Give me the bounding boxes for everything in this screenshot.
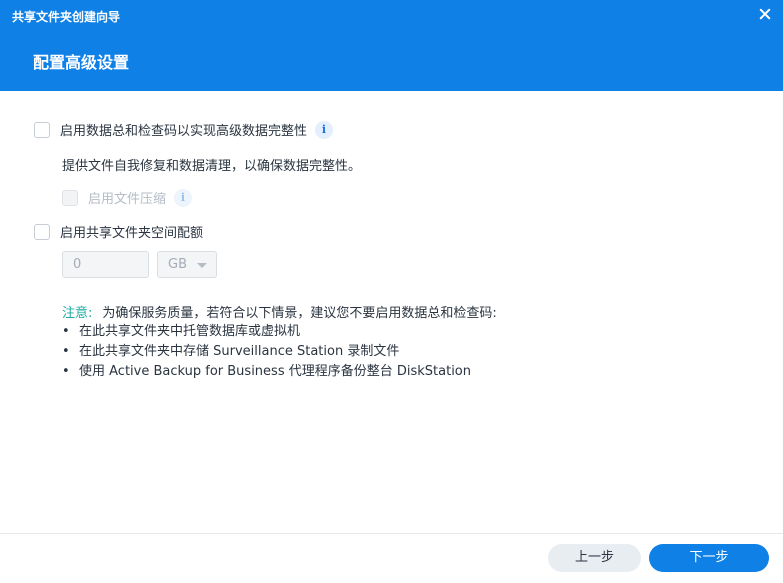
checksum-option-row: 启用数据总和检查码以实现高级数据完整性 i bbox=[34, 120, 334, 139]
previous-button[interactable]: 上一步 bbox=[548, 544, 641, 572]
note-message: 为确保服务质量，若符合以下情景，建议您不要启用数据总和检查码: bbox=[102, 306, 497, 321]
info-icon[interactable]: i bbox=[315, 120, 334, 139]
window-title: 共享文件夹创建向导 bbox=[12, 10, 121, 24]
list-item: 使用 Active Backup for Business 代理程序备份整台 D… bbox=[62, 362, 471, 382]
checksum-checkbox[interactable] bbox=[34, 121, 50, 138]
compression-option-row: 启用文件压缩 i bbox=[62, 188, 193, 207]
checksum-label[interactable]: 启用数据总和检查码以实现高级数据完整性 bbox=[60, 120, 307, 139]
info-icon: i bbox=[174, 188, 193, 207]
compression-checkbox bbox=[62, 189, 78, 206]
list-item: 在此共享文件夹中存储 Surveillance Station 录制文件 bbox=[62, 342, 471, 362]
quota-size-input[interactable] bbox=[62, 251, 149, 278]
chevron-down-icon bbox=[197, 263, 207, 268]
quota-unit-select[interactable]: GB bbox=[157, 251, 217, 278]
step-title: 配置高级设置 bbox=[33, 53, 130, 72]
next-button[interactable]: 下一步 bbox=[649, 544, 769, 572]
quota-option-row: 启用共享文件夹空间配额 bbox=[34, 222, 203, 241]
quota-checkbox[interactable] bbox=[34, 223, 50, 240]
quota-label[interactable]: 启用共享文件夹空间配额 bbox=[60, 222, 203, 241]
checksum-description: 提供文件自我修复和数据清理，以确保数据完整性。 bbox=[62, 159, 362, 174]
note-list: 在此共享文件夹中托管数据库或虚拟机 在此共享文件夹中存储 Surveillanc… bbox=[62, 322, 471, 382]
quota-unit-value: GB bbox=[168, 257, 187, 272]
dialog-header: 共享文件夹创建向导 配置高级设置 bbox=[0, 0, 783, 91]
dialog-footer: 上一步 下一步 bbox=[0, 533, 783, 583]
shared-folder-wizard-dialog: 共享文件夹创建向导 配置高级设置 启用数据总和检查码以实现高级数据完整性 i 提… bbox=[0, 0, 783, 583]
compression-label: 启用文件压缩 bbox=[88, 192, 167, 207]
close-icon[interactable] bbox=[757, 6, 773, 22]
note-label: 注意: bbox=[62, 306, 93, 321]
list-item: 在此共享文件夹中托管数据库或虚拟机 bbox=[62, 322, 471, 342]
note-text: 注意: 为确保服务质量，若符合以下情景，建议您不要启用数据总和检查码: bbox=[62, 304, 497, 324]
